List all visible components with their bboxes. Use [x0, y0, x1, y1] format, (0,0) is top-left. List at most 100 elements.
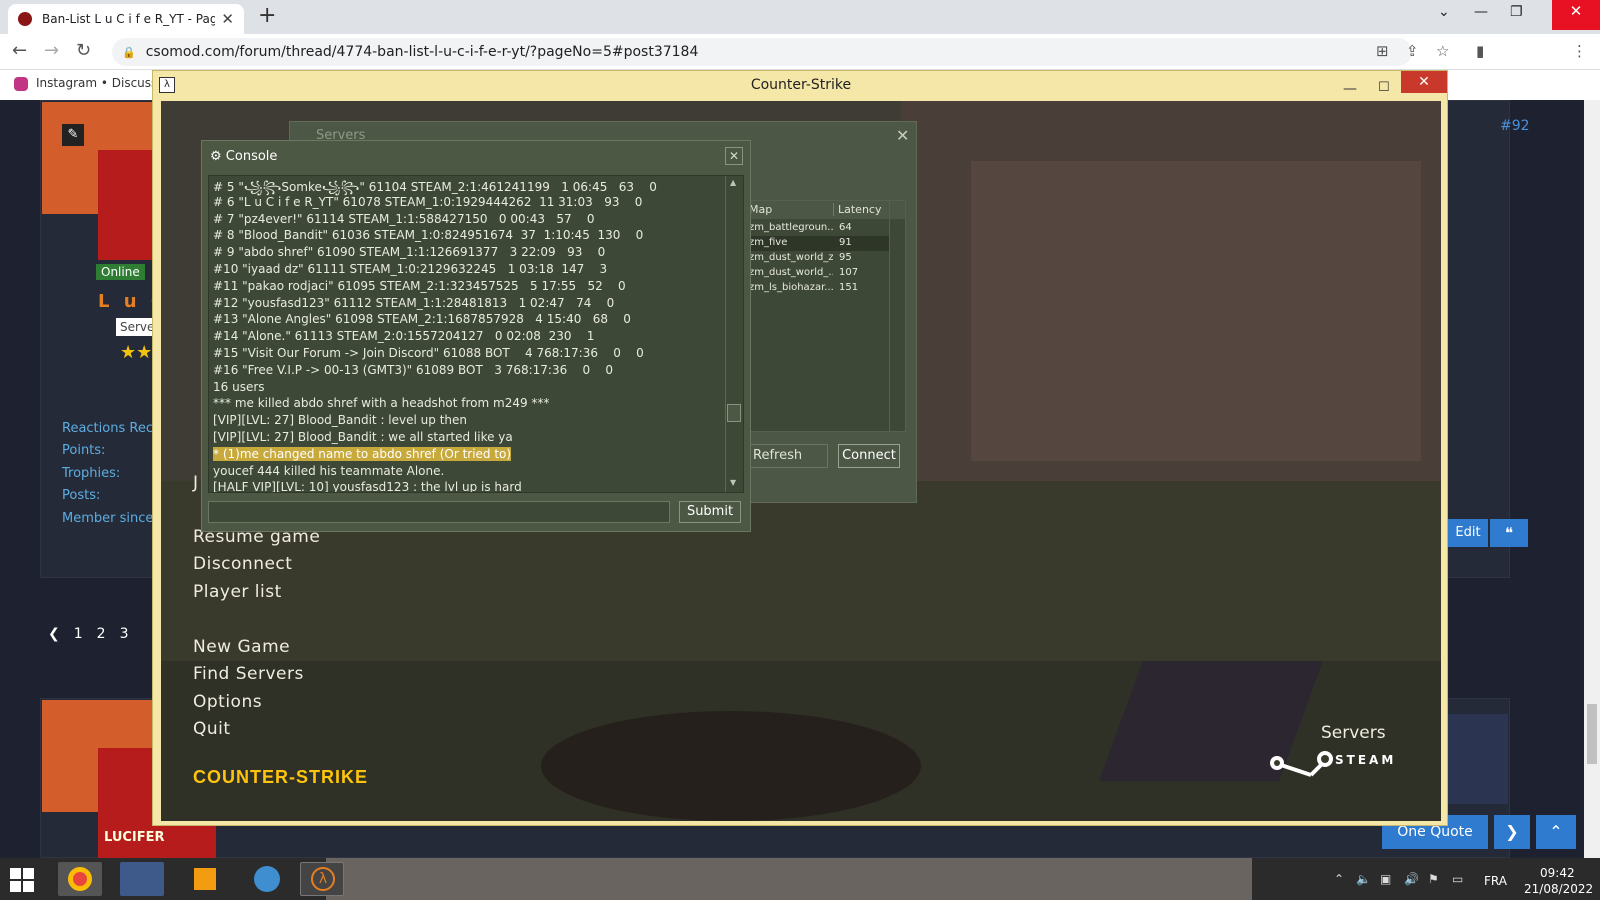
console-title-label: Console: [225, 149, 278, 164]
half-life-icon: λ: [159, 77, 175, 93]
server-row[interactable]: zm_battlegroun... 64: [747, 221, 889, 236]
post-number-link[interactable]: #92: [1500, 118, 1530, 134]
menu-options[interactable]: Options: [193, 692, 262, 712]
tray-expand-icon[interactable]: ⌃: [1334, 872, 1344, 886]
menu-find-servers[interactable]: Find Servers: [193, 664, 304, 684]
security-icon[interactable]: ▣: [1380, 872, 1391, 886]
console-line: #15 "Visit Our Forum -> Join Discord" 61…: [213, 346, 644, 360]
next-page-button[interactable]: ❯: [1494, 815, 1530, 849]
forward-arrow-icon[interactable]: →: [44, 40, 59, 61]
scroll-up-icon[interactable]: ▲: [730, 178, 736, 187]
close-window-button[interactable]: ✕: [1552, 0, 1600, 30]
console-line: # 8 "Blood_Bandit" 61036 STEAM_1:0:82495…: [213, 228, 644, 243]
bookmark-label: Instagram • Discuss...: [36, 76, 169, 90]
server-row[interactable]: zm_dust_world_zg 95: [747, 251, 889, 266]
stat-trophies: Trophies:: [62, 466, 121, 481]
tab-close-icon[interactable]: ✕: [221, 10, 234, 28]
avatar[interactable]: [98, 150, 154, 260]
console-scrollbar-thumb[interactable]: [727, 404, 741, 422]
scroll-top-button[interactable]: ⌃: [1536, 815, 1576, 849]
console-line: # 6 "L u C i f e R_YT" 61078 STEAM_1:0:1…: [213, 194, 643, 209]
side-panel-icon[interactable]: ▮: [1476, 42, 1484, 60]
half-life-taskbar-icon[interactable]: λ: [300, 862, 344, 896]
clock-time[interactable]: 09:42: [1540, 866, 1575, 880]
cs-maximize-button[interactable]: ☐: [1378, 74, 1390, 102]
url-text: csomod.com/forum/thread/4774-ban-list-l-…: [145, 44, 699, 60]
new-tab-button[interactable]: +: [258, 3, 276, 28]
console-line: youcef 444 killed his teammate Alone.: [213, 463, 445, 478]
server-latency: 95: [839, 252, 852, 263]
page-link[interactable]: 3: [120, 626, 129, 642]
menu-quit[interactable]: Quit: [193, 719, 231, 739]
edit-button[interactable]: Edit: [1448, 519, 1488, 547]
share-icon[interactable]: ⇪: [1406, 42, 1419, 60]
console-input[interactable]: [208, 501, 670, 523]
volume-muted-icon[interactable]: 🔈: [1356, 872, 1371, 886]
column-map[interactable]: Map: [749, 203, 772, 216]
scroll-down-icon[interactable]: ▼: [730, 478, 736, 487]
console-line: #16 "Free V.I.P -> 00-13 (GMT3)" 61089 B…: [213, 362, 614, 377]
speaker-icon[interactable]: 🔊: [1404, 872, 1419, 886]
server-row[interactable]: zm_dust_world_... 107: [747, 266, 889, 281]
console-line: [VIP][LVL: 27] Blood_Bandit : level up t…: [213, 413, 467, 428]
server-latency: 64: [839, 222, 852, 233]
flag-icon[interactable]: ⚑: [1428, 872, 1439, 886]
cs-close-button[interactable]: ✕: [1401, 71, 1447, 93]
translate-icon[interactable]: ⊞: [1376, 42, 1389, 60]
clock-date[interactable]: 21/08/2022: [1524, 882, 1593, 896]
bookmark-instagram[interactable]: Instagram • Discuss...: [14, 76, 169, 91]
counter-strike-logo: COUNTER-STRIKE: [193, 767, 368, 787]
chrome-taskbar-icon[interactable]: [58, 862, 102, 896]
page-link[interactable]: 1: [74, 626, 83, 642]
page-link[interactable]: 2: [97, 626, 106, 642]
scrollbar-thumb[interactable]: [1587, 704, 1597, 764]
pagination: ❮ 1 2 3: [48, 626, 129, 642]
cs-titlebar[interactable]: λ Counter-Strike — ☐ ✕: [153, 71, 1449, 101]
console-close-icon[interactable]: ✕: [725, 147, 743, 165]
servers-close-icon[interactable]: ✕: [896, 126, 909, 145]
server-map: zm_ls_biohazar...: [749, 282, 833, 293]
bookmark-star-icon[interactable]: ☆: [1436, 42, 1449, 60]
console-line: #11 "pakao rodjaci" 61095 STEAM_2:1:3234…: [213, 278, 626, 293]
desktop-wallpaper: [326, 858, 1252, 900]
cs-minimize-button[interactable]: —: [1343, 75, 1357, 103]
back-arrow-icon[interactable]: ←: [12, 40, 27, 61]
browser-taskbar-icon[interactable]: [244, 862, 288, 896]
tab-title: Ban-List L u C i f e R_YT - Page 5: [42, 12, 216, 26]
quote-icon[interactable]: ❝: [1490, 519, 1528, 547]
console-scrollbar[interactable]: ▲ ▼: [725, 176, 743, 492]
restore-window-button[interactable]: ❐: [1510, 4, 1523, 20]
menu-new-game[interactable]: New Game: [193, 637, 290, 657]
background-rock: [971, 161, 1421, 461]
page-scrollbar[interactable]: [1584, 100, 1600, 858]
stat-reactions: Reactions Recei: [62, 421, 165, 436]
instagram-icon: [14, 76, 28, 91]
server-list-scrollbar[interactable]: [889, 201, 905, 431]
menu-kebab-icon[interactable]: ⋮: [1572, 42, 1587, 60]
game-taskbar-icon[interactable]: [120, 862, 164, 896]
browser-tab[interactable]: Ban-List L u C i f e R_YT - Page 5 ✕: [8, 4, 244, 34]
network-icon[interactable]: ▭: [1452, 872, 1463, 886]
column-latency[interactable]: Latency: [833, 203, 889, 216]
server-row[interactable]: zm_five 91: [747, 236, 889, 251]
connect-button[interactable]: Connect: [838, 444, 900, 468]
server-row[interactable]: zm_ls_biohazar... 151: [747, 281, 889, 296]
prev-page-icon[interactable]: ❮: [48, 626, 60, 642]
menu-disconnect[interactable]: Disconnect: [193, 554, 292, 574]
language-indicator[interactable]: FRA: [1484, 874, 1507, 888]
console-line: *** me killed abdo shref with a headshot…: [213, 396, 550, 411]
menu-player-list[interactable]: Player list: [193, 582, 282, 602]
windows-start-icon[interactable]: [10, 868, 34, 892]
refresh-button[interactable]: Refresh: [746, 444, 828, 468]
console-line: [VIP][LVL: 27] Blood_Bandit : we all sta…: [213, 430, 513, 444]
servers-link[interactable]: Servers: [1321, 723, 1386, 743]
tab-search-icon[interactable]: ⌄: [1438, 4, 1450, 20]
minimize-window-button[interactable]: —: [1474, 4, 1488, 20]
submit-button[interactable]: Submit: [679, 501, 741, 523]
reload-icon[interactable]: ↻: [76, 40, 91, 61]
server-list-header: Map Latency: [747, 201, 905, 219]
edit-pencil-icon[interactable]: ✎: [62, 124, 84, 146]
address-bar-row: ← → ↻ 🔒 csomod.com/forum/thread/4774-ban…: [0, 34, 1600, 94]
url-field[interactable]: 🔒 csomod.com/forum/thread/4774-ban-list-…: [112, 38, 1412, 66]
media-player-taskbar-icon[interactable]: [182, 862, 226, 896]
